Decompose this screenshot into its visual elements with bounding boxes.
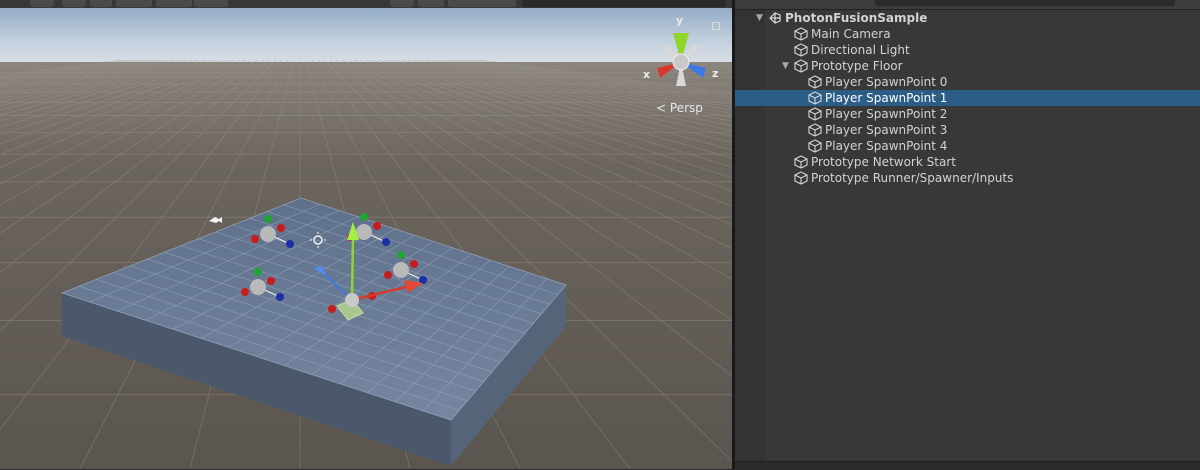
scene-search-input[interactable] xyxy=(522,0,726,7)
gameobject-cube-icon xyxy=(794,155,808,169)
effects-dropdown[interactable] xyxy=(116,0,152,7)
hierarchy-item[interactable]: Directional Light xyxy=(735,42,1200,58)
hierarchy-item[interactable]: Player SpawnPoint 1 xyxy=(735,90,1200,106)
gameobject-cube-icon xyxy=(808,139,822,153)
scene-canvas[interactable] xyxy=(0,0,732,469)
hierarchy-item-label: Prototype Runner/Spawner/Inputs xyxy=(811,171,1014,185)
lock-icon[interactable] xyxy=(712,22,720,30)
toggle-2d-button[interactable] xyxy=(30,0,54,7)
hierarchy-item-label: Player SpawnPoint 3 xyxy=(825,123,948,137)
hierarchy-item-label: Player SpawnPoint 4 xyxy=(825,139,948,153)
hierarchy-item-label: Prototype Floor xyxy=(811,59,903,73)
camera-dropdown[interactable] xyxy=(418,0,444,7)
hierarchy-item-label: Player SpawnPoint 2 xyxy=(825,107,948,121)
hidden-objects-button[interactable] xyxy=(156,0,192,7)
hierarchy-item[interactable]: Player SpawnPoint 4 xyxy=(735,138,1200,154)
tools-button[interactable] xyxy=(390,0,414,7)
axis-label-x: x xyxy=(643,68,651,81)
hierarchy-item-label: Player SpawnPoint 0 xyxy=(825,75,948,89)
scene-view[interactable]: y x z < Persp xyxy=(0,0,732,469)
gameobject-cube-icon xyxy=(794,59,808,73)
gameobject-cube-icon xyxy=(794,27,808,41)
gameobject-cube-icon xyxy=(808,107,822,121)
hierarchy-search-input[interactable] xyxy=(875,0,1175,6)
axis-label-y: y xyxy=(676,14,684,27)
hierarchy-item[interactable]: Main Camera xyxy=(735,26,1200,42)
hierarchy-item[interactable]: Prototype Network Start xyxy=(735,154,1200,170)
hierarchy-item-label: Prototype Network Start xyxy=(811,155,956,169)
unity-scene-icon xyxy=(768,11,782,25)
lighting-toggle-button[interactable] xyxy=(62,0,86,7)
gameobject-cube-icon xyxy=(794,171,808,185)
axis-label-z: z xyxy=(712,67,719,80)
scene-toolbar xyxy=(0,0,732,8)
gameobject-cube-icon xyxy=(808,91,822,105)
audio-toggle-button[interactable] xyxy=(90,0,112,7)
hierarchy-panel: ▼ PhotonFusionSample Main Camera Directiona… xyxy=(735,0,1200,470)
hierarchy-root-scene[interactable]: ▼ PhotonFusionSample xyxy=(735,10,1200,26)
grid-toggle-button[interactable] xyxy=(194,0,228,7)
hierarchy-item[interactable]: Player SpawnPoint 2 xyxy=(735,106,1200,122)
gameobject-cube-icon xyxy=(808,75,822,89)
hierarchy-item-label: Directional Light xyxy=(811,43,910,57)
expand-arrow-icon[interactable]: ▼ xyxy=(782,58,789,74)
gizmos-dropdown[interactable] xyxy=(448,0,516,7)
hierarchy-item[interactable]: Prototype Runner/Spawner/Inputs xyxy=(735,170,1200,186)
hierarchy-item-label: Player SpawnPoint 1 xyxy=(825,91,948,105)
gameobject-cube-icon xyxy=(808,123,822,137)
gameobject-cube-icon xyxy=(794,43,808,57)
projection-toggle[interactable]: < Persp xyxy=(656,101,703,115)
hierarchy-item[interactable]: ▼ Prototype Floor xyxy=(735,58,1200,74)
expand-arrow-icon[interactable]: ▼ xyxy=(756,10,763,26)
hierarchy-item[interactable]: Player SpawnPoint 3 xyxy=(735,122,1200,138)
hierarchy-item-label: PhotonFusionSample xyxy=(785,11,928,25)
projection-label: Persp xyxy=(669,101,703,115)
hierarchy-item[interactable]: Player SpawnPoint 0 xyxy=(735,74,1200,90)
hierarchy-item-label: Main Camera xyxy=(811,27,891,41)
hierarchy-toolbar xyxy=(735,0,1200,10)
